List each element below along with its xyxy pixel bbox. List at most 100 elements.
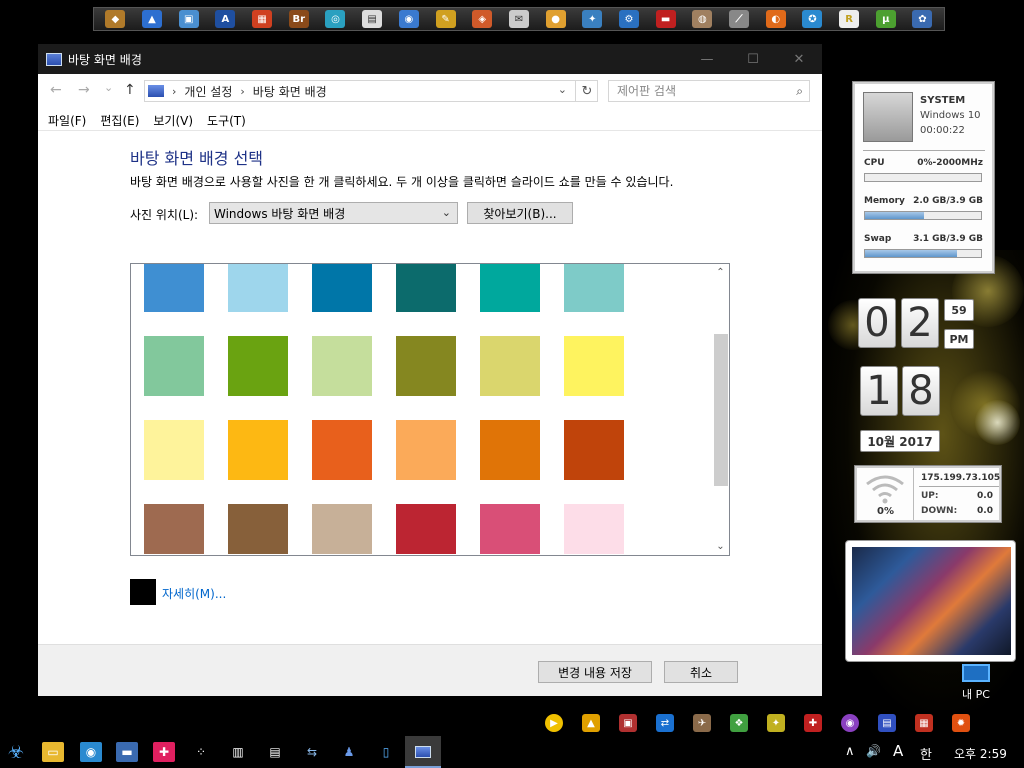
- utorrent-icon[interactable]: µ: [875, 10, 896, 28]
- app-icon[interactable]: ◉: [80, 742, 102, 762]
- ime-indicator[interactable]: 한: [920, 744, 932, 763]
- app-icon-9[interactable]: ◉: [398, 10, 419, 28]
- app-icon-23[interactable]: ✿: [912, 10, 933, 28]
- save-icon[interactable]: ▤: [878, 714, 896, 732]
- back-arrow-icon[interactable]: ←: [50, 82, 62, 98]
- up-arrow-icon[interactable]: ↑: [124, 82, 136, 98]
- color-swatch[interactable]: [144, 420, 204, 480]
- app-icon[interactable]: ◉: [841, 714, 859, 732]
- breadcrumb-desktop-background[interactable]: 바탕 화면 배경: [253, 83, 327, 100]
- search-input[interactable]: [617, 84, 787, 98]
- file-explorer-icon[interactable]: ▭: [42, 742, 64, 762]
- color-swatch[interactable]: [564, 420, 624, 480]
- color-swatch[interactable]: [480, 264, 540, 312]
- app-icon-8[interactable]: ▤: [362, 10, 383, 28]
- control-panel-icon[interactable]: [412, 742, 434, 762]
- color-swatch[interactable]: [396, 264, 456, 312]
- color-swatch[interactable]: [228, 504, 288, 554]
- start-button-biohazard-icon[interactable]: ☣: [4, 740, 28, 764]
- app-icon-3[interactable]: ▣: [178, 10, 199, 28]
- document-icon[interactable]: ▯: [375, 742, 397, 762]
- media-player-icon[interactable]: ▶: [545, 714, 563, 732]
- menu-tools[interactable]: 도구(T): [197, 108, 246, 130]
- app-icon[interactable]: ▤: [264, 742, 286, 762]
- color-swatch[interactable]: [396, 336, 456, 396]
- minimize-button[interactable]: —: [684, 44, 730, 74]
- app-icon-16[interactable]: ▬: [655, 10, 676, 28]
- app-icon[interactable]: ✚: [804, 714, 822, 732]
- app-icon-4[interactable]: A: [215, 10, 236, 28]
- show-hidden-icons-chevron[interactable]: ∧: [845, 744, 855, 759]
- app-icon-12[interactable]: ✉: [508, 10, 529, 28]
- color-swatch[interactable]: [480, 336, 540, 396]
- app-icon[interactable]: ❖: [730, 714, 748, 732]
- browse-button[interactable]: 찾아보기(B)...: [467, 202, 573, 224]
- menu-edit[interactable]: 편집(E): [90, 108, 139, 130]
- app-icon[interactable]: ✈: [693, 714, 711, 732]
- app-icon-21[interactable]: R: [839, 10, 860, 28]
- menu-view[interactable]: 보기(V): [143, 108, 193, 130]
- firefox-icon[interactable]: ◐: [765, 10, 786, 28]
- teamviewer-icon[interactable]: ⇄: [656, 714, 674, 732]
- color-swatch[interactable]: [564, 336, 624, 396]
- search-icon[interactable]: ⌕: [796, 84, 803, 99]
- close-button[interactable]: ✕: [776, 44, 822, 74]
- app-icon[interactable]: ▬: [116, 742, 138, 762]
- taskbar-clock[interactable]: 오후 2:59: [954, 745, 1007, 762]
- app-icon[interactable]: ▣: [619, 714, 637, 732]
- photo-gadget[interactable]: [845, 540, 1016, 662]
- app-icon[interactable]: ♟: [338, 742, 360, 762]
- breadcrumb-personalization[interactable]: 개인 설정: [184, 83, 232, 100]
- forward-arrow-icon[interactable]: →: [78, 82, 90, 98]
- chevron-down-icon[interactable]: ⌄: [558, 83, 567, 96]
- color-swatch[interactable]: [144, 264, 204, 312]
- color-swatch[interactable]: [228, 336, 288, 396]
- app-icon[interactable]: ✚: [153, 742, 175, 762]
- app-icon-18[interactable]: ⟋: [729, 10, 750, 28]
- picture-location-select[interactable]: Windows 바탕 화면 배경 ⌄: [209, 202, 458, 224]
- app-icon-1[interactable]: ◆: [105, 10, 126, 28]
- app-icon[interactable]: ▦: [915, 714, 933, 732]
- app-icon-5[interactable]: ▦: [252, 10, 273, 28]
- cancel-button[interactable]: 취소: [664, 661, 738, 683]
- color-swatch[interactable]: [480, 420, 540, 480]
- app-icon-2[interactable]: ▲: [142, 10, 163, 28]
- bridge-icon[interactable]: Br: [288, 10, 309, 28]
- chevron-down-icon[interactable]: ⌄: [712, 538, 729, 555]
- color-swatch[interactable]: [396, 420, 456, 480]
- app-icon[interactable]: ✦: [767, 714, 785, 732]
- color-swatch[interactable]: [228, 264, 288, 312]
- menu-file[interactable]: 파일(F): [38, 108, 86, 130]
- color-swatch[interactable]: [564, 504, 624, 554]
- color-swatch[interactable]: [312, 264, 372, 312]
- app-icon[interactable]: ✹: [952, 714, 970, 732]
- color-swatch[interactable]: [480, 504, 540, 554]
- app-icon-7[interactable]: ◎: [325, 10, 346, 28]
- color-swatch[interactable]: [228, 420, 288, 480]
- chevron-up-icon[interactable]: ⌃: [712, 264, 729, 281]
- address-bar[interactable]: › 개인 설정 › 바탕 화면 배경 ⌄: [144, 80, 598, 102]
- app-icon[interactable]: ⁘: [190, 742, 212, 762]
- app-icon-17[interactable]: ◍: [692, 10, 713, 28]
- refresh-button[interactable]: ↻: [575, 80, 598, 102]
- recent-locations-icon[interactable]: ⌄: [104, 81, 113, 94]
- app-icon-11[interactable]: ◈: [472, 10, 493, 28]
- color-swatch[interactable]: [144, 504, 204, 554]
- color-swatch[interactable]: [144, 336, 204, 396]
- search-box[interactable]: ⌕: [608, 80, 810, 102]
- scrollbar-thumb[interactable]: [714, 334, 728, 486]
- scrollbar[interactable]: ⌃ ⌄: [712, 264, 729, 555]
- app-warning-icon[interactable]: ▲: [582, 714, 600, 732]
- color-swatch[interactable]: [312, 336, 372, 396]
- maximize-button[interactable]: ☐: [730, 44, 776, 74]
- gear-icon[interactable]: ⚙: [618, 10, 639, 28]
- color-swatch[interactable]: [396, 504, 456, 554]
- more-details-link[interactable]: 자세히(M)...: [162, 585, 226, 602]
- color-swatch[interactable]: [564, 264, 624, 312]
- app-icon-20[interactable]: ✪: [802, 10, 823, 28]
- color-swatch[interactable]: [312, 420, 372, 480]
- app-icon[interactable]: ⇆: [301, 742, 323, 762]
- save-changes-button[interactable]: 변경 내용 저장: [538, 661, 652, 683]
- app-icon-13[interactable]: ●: [545, 10, 566, 28]
- title-bar[interactable]: 바탕 화면 배경 — ☐ ✕: [38, 44, 822, 74]
